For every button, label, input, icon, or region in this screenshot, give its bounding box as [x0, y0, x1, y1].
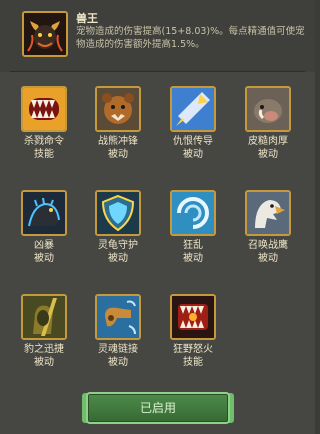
skill-type: 被动 — [108, 253, 128, 264]
bull-demon-icon — [22, 11, 68, 57]
frenzy-swirl-icon — [170, 190, 216, 236]
skill-name: 仇恨传导 — [173, 136, 213, 147]
skill-name: 狂野怒火 — [173, 344, 213, 355]
skill-slot-summon-war-eagle[interactable]: 召唤战鹰 被动 — [238, 190, 298, 265]
talent-title: 兽王 — [76, 12, 98, 25]
spirit-whistle-icon — [95, 294, 141, 340]
leopard-swiftness-icon — [21, 294, 67, 340]
war-eagle-icon — [245, 190, 291, 236]
skill-type: 被动 — [183, 253, 203, 264]
skill-slot-turtle-guard[interactable]: 灵龟守护 被动 — [88, 190, 148, 265]
turtle-shield-icon — [95, 190, 141, 236]
skill-slot-wild-fury[interactable]: 狂野怒火 技能 — [163, 294, 223, 369]
wild-fury-icon — [170, 294, 216, 340]
header-divider — [10, 71, 305, 72]
skill-type: 被动 — [34, 253, 54, 264]
skill-type: 被动 — [258, 253, 278, 264]
skill-type: 被动 — [34, 357, 54, 368]
boar-hide-icon — [245, 86, 291, 132]
enabled-button[interactable]: 已启用 — [86, 392, 230, 424]
war-bear-icon — [95, 86, 141, 132]
skill-slot-ferocity[interactable]: 凶暴 被动 — [14, 190, 74, 265]
skill-slot-spirit-link[interactable]: 灵魂链接 被动 — [88, 294, 148, 369]
skill-type: 被动 — [183, 149, 203, 160]
skill-slot-thick-hide[interactable]: 皮糙肉厚 被动 — [238, 86, 298, 161]
skill-type: 技能 — [34, 149, 54, 160]
skill-name: 狂乱 — [183, 240, 203, 251]
skill-name: 召唤战鹰 — [248, 240, 288, 251]
skill-name: 灵龟守护 — [98, 240, 138, 251]
skill-name: 战熊冲锋 — [98, 136, 138, 147]
skill-name: 豹之迅捷 — [24, 344, 64, 355]
talent-header: 兽王 宠物造成的伤害提高(15+8.03)%。每点精通值可使宠物造成的伤害额外提… — [0, 0, 315, 72]
skill-slot-leopard-swiftness[interactable]: 豹之迅捷 被动 — [14, 294, 74, 369]
skill-name: 凶暴 — [34, 240, 54, 251]
skill-type: 被动 — [108, 149, 128, 160]
skill-slot-frenzy[interactable]: 狂乱 被动 — [163, 190, 223, 265]
skill-type: 被动 — [258, 149, 278, 160]
talent-description: 宠物造成的伤害提高(15+8.03)%。每点精通值可使宠物造成的伤害额外提高1.… — [76, 26, 305, 50]
skill-type: 技能 — [183, 357, 203, 368]
skill-name: 灵魂链接 — [98, 344, 138, 355]
talent-panel: 兽王 宠物造成的伤害提高(15+8.03)%。每点精通值可使宠物造成的伤害额外提… — [0, 0, 315, 434]
fanged-maw-icon — [21, 86, 67, 132]
ferocious-cat-icon — [21, 190, 67, 236]
skill-name: 皮糙肉厚 — [248, 136, 288, 147]
skill-slot-war-bear-charge[interactable]: 战熊冲锋 被动 — [88, 86, 148, 161]
skill-slot-hatred-transmission[interactable]: 仇恨传导 被动 — [163, 86, 223, 161]
hatred-spear-icon — [170, 86, 216, 132]
skill-type: 被动 — [108, 357, 128, 368]
skill-name: 杀戮命令 — [24, 136, 64, 147]
skill-slot-killing-command[interactable]: 杀戮命令 技能 — [14, 86, 74, 161]
